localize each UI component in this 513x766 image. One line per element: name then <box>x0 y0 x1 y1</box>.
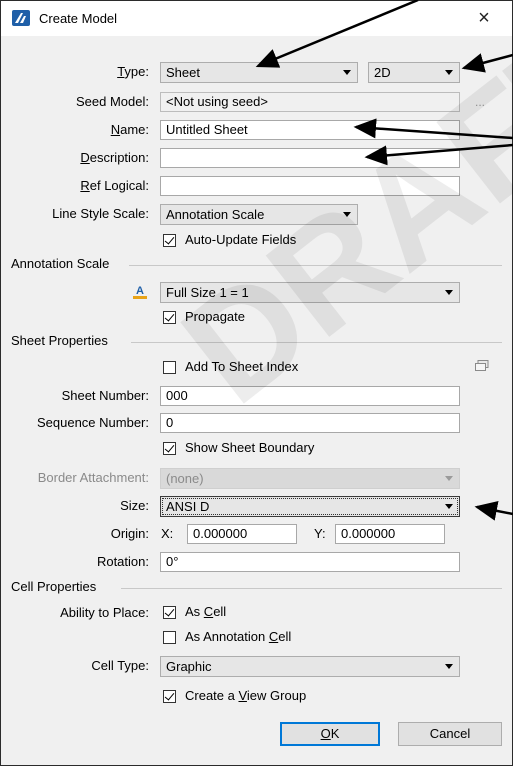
title-bar: Create Model × <box>1 1 512 36</box>
origin-x-input[interactable]: 0.000000 <box>187 524 297 544</box>
section-divider <box>121 588 502 589</box>
app-logo-icon <box>12 10 30 26</box>
rotation-label: Rotation: <box>96 554 149 569</box>
window-title: Create Model <box>39 11 118 26</box>
sheet-index-icon[interactable] <box>475 360 489 372</box>
seed-model-label: Seed Model: <box>76 94 149 109</box>
size-label: Size: <box>120 498 149 513</box>
as-cell-label: As Cell <box>185 604 227 619</box>
ref-logical-input[interactable] <box>160 176 460 196</box>
description-label: Description: <box>80 150 149 165</box>
cell-type-dropdown[interactable]: Graphic <box>160 656 460 677</box>
auto-update-checkbox[interactable] <box>163 234 176 247</box>
section-divider <box>131 342 502 343</box>
name-label: Name: <box>110 122 149 137</box>
propagate-checkbox[interactable] <box>163 311 176 324</box>
as-annotation-cell-checkbox[interactable] <box>163 631 176 644</box>
auto-update-label: Auto-Update Fields <box>185 232 297 247</box>
line-style-scale-value: Annotation Scale <box>166 207 265 222</box>
size-dropdown[interactable]: ANSI D <box>160 496 460 517</box>
origin-y-label: Y: <box>314 526 326 541</box>
sheet-number-label: Sheet Number: <box>61 388 149 403</box>
border-attachment-value: (none) <box>166 471 204 486</box>
border-attachment-label: Border Attachment: <box>37 470 149 485</box>
sheet-number-input[interactable]: 000 <box>160 386 460 406</box>
size-value: ANSI D <box>166 499 210 514</box>
cell-type-label: Cell Type: <box>91 658 149 673</box>
add-to-sheet-index-label: Add To Sheet Index <box>185 359 299 374</box>
sequence-number-input[interactable]: 0 <box>160 413 460 433</box>
name-input[interactable]: Untitled Sheet <box>160 120 460 140</box>
chevron-down-icon <box>445 504 453 509</box>
ok-button[interactable]: OK <box>280 722 380 746</box>
chevron-down-icon <box>445 664 453 669</box>
description-input[interactable] <box>160 148 460 168</box>
section-divider <box>129 265 502 266</box>
show-sheet-boundary-label: Show Sheet Boundary <box>185 440 315 455</box>
rotation-input[interactable]: 0° <box>160 552 460 572</box>
sheet-properties-section-title: Sheet Properties <box>11 333 108 348</box>
ability-to-place-label: Ability to Place: <box>60 605 149 620</box>
origin-y-input[interactable]: 0.000000 <box>335 524 445 544</box>
as-cell-checkbox[interactable] <box>163 606 176 619</box>
propagate-label: Propagate <box>185 309 245 324</box>
show-sheet-boundary-checkbox[interactable] <box>163 442 176 455</box>
origin-label: Origin: <box>110 526 149 541</box>
create-view-group-label: Create a View Group <box>185 688 307 703</box>
annotation-scale-value: Full Size 1 = 1 <box>166 285 249 300</box>
seed-browse-button[interactable]: ... <box>475 95 485 109</box>
svg-text:A: A <box>136 285 144 297</box>
type-value: Sheet <box>166 65 200 80</box>
create-model-dialog: Create Model × Type: Sheet 2D Seed Model… <box>0 0 513 766</box>
line-style-scale-label: Line Style Scale: <box>52 206 149 221</box>
seed-model-field: <Not using seed> <box>160 92 460 112</box>
ref-logical-label: Ref Logical: <box>80 178 149 193</box>
cell-properties-section-title: Cell Properties <box>11 579 97 594</box>
close-button[interactable]: × <box>467 5 501 31</box>
type-dropdown[interactable]: Sheet <box>160 62 358 83</box>
chevron-down-icon <box>343 212 351 217</box>
dimension-value: 2D <box>374 65 391 80</box>
as-annotation-cell-label: As Annotation Cell <box>185 629 292 644</box>
chevron-down-icon <box>445 476 453 481</box>
chevron-down-icon <box>343 70 351 75</box>
cancel-button[interactable]: Cancel <box>398 722 502 746</box>
annotation-scale-section-title: Annotation Scale <box>11 256 110 271</box>
sequence-number-label: Sequence Number: <box>36 415 149 430</box>
origin-x-label: X: <box>161 526 174 541</box>
chevron-down-icon <box>445 290 453 295</box>
add-to-sheet-index-checkbox[interactable] <box>163 361 176 374</box>
cell-type-value: Graphic <box>166 659 212 674</box>
create-view-group-checkbox[interactable] <box>163 690 176 703</box>
type-label: Type: <box>117 64 149 79</box>
dimension-dropdown[interactable]: 2D <box>368 62 460 83</box>
line-style-scale-dropdown[interactable]: Annotation Scale <box>160 204 358 225</box>
annotation-scale-icon: A <box>133 285 147 299</box>
annotation-scale-dropdown[interactable]: Full Size 1 = 1 <box>160 282 460 303</box>
chevron-down-icon <box>445 70 453 75</box>
border-attachment-dropdown: (none) <box>160 468 460 489</box>
